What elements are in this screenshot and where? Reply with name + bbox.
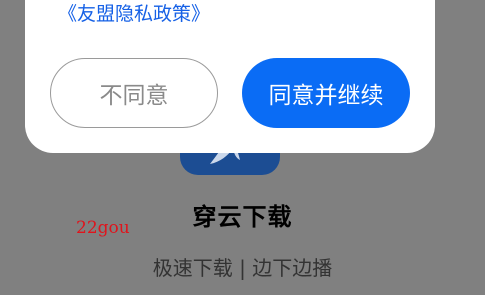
umeng-privacy-policy-link[interactable]: 《友盟隐私政策》: [58, 0, 210, 28]
agree-continue-button[interactable]: 同意并继续: [242, 58, 410, 128]
privacy-dialog: 《友盟隐私政策》 不同意 同意并继续: [25, 0, 435, 153]
watermark-text: 22gou: [76, 218, 130, 238]
app-name: 穿云下载: [192, 203, 293, 231]
disagree-button[interactable]: 不同意: [50, 58, 218, 128]
app-slogan: 极速下载 | 边下边播: [152, 256, 333, 280]
